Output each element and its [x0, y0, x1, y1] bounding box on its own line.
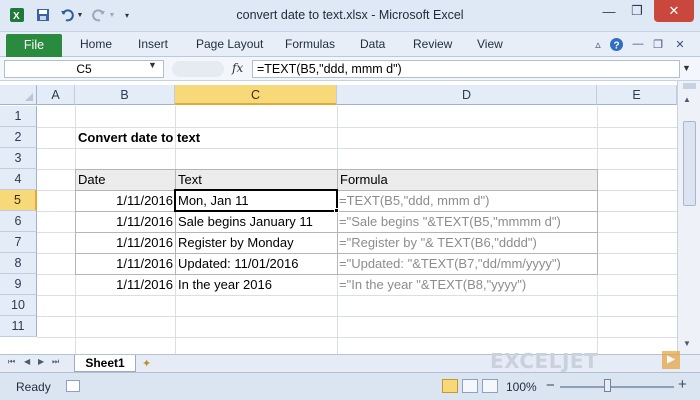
row-header-2[interactable]: 2	[0, 127, 37, 148]
svg-text:?: ?	[613, 40, 619, 51]
next-sheet-icon[interactable]: ▶	[38, 357, 44, 366]
column-header-d[interactable]: D	[337, 85, 597, 105]
cell-c6[interactable]: Sale begins January 11	[175, 211, 337, 232]
status-text: Ready	[16, 380, 51, 394]
row-header-1[interactable]: 1	[0, 106, 37, 127]
workbook-restore-icon[interactable]: ❐	[650, 36, 666, 52]
column-header-e[interactable]: E	[597, 85, 677, 105]
worksheet-grid: A B C D E 1 2 3 4 5 6 7 8 9 10 11 Conver…	[0, 81, 700, 354]
row-header-11[interactable]: 11	[0, 316, 37, 337]
macro-record-icon[interactable]	[66, 380, 80, 392]
row-header-5[interactable]: 5	[0, 190, 37, 211]
row-header-7[interactable]: 7	[0, 232, 37, 253]
vertical-scroll-thumb[interactable]	[683, 121, 696, 206]
vertical-scrollbar[interactable]: ▲ ▼	[677, 81, 700, 354]
table-header-formula[interactable]: Formula	[337, 169, 597, 190]
tab-page-layout[interactable]: Page Layout	[196, 37, 263, 51]
tab-view[interactable]: View	[477, 37, 503, 51]
select-all-button[interactable]	[0, 85, 37, 105]
cell-b9[interactable]: 1/11/2016	[75, 274, 175, 295]
column-header-a[interactable]: A	[37, 85, 75, 105]
title-bar: X ▼ ▼ ▾ convert date to text.xlsx - Micr…	[0, 0, 700, 32]
cell-b7[interactable]: 1/11/2016	[75, 232, 175, 253]
formula-input[interactable]: =TEXT(B5,"ddd, mmm d")	[252, 60, 680, 78]
first-sheet-icon[interactable]: ⏮	[8, 357, 15, 367]
minimize-button[interactable]: —	[598, 0, 620, 22]
window-title: convert date to text.xlsx - Microsoft Ex…	[236, 8, 464, 22]
sheet-tab-sheet1[interactable]: Sheet1	[74, 355, 136, 372]
exceljet-logo-mark: ▶	[662, 351, 680, 369]
row-header-9[interactable]: 9	[0, 274, 37, 295]
insert-function-icon[interactable]: fx	[232, 61, 243, 75]
gridline	[37, 316, 677, 317]
name-box[interactable]: C5	[4, 60, 164, 78]
cell-c9[interactable]: In the year 2016	[175, 274, 337, 295]
row-header-3[interactable]: 3	[0, 148, 37, 169]
formula-bar: C5 ▼ fx =TEXT(B5,"ddd, mmm d") ▼	[0, 57, 700, 81]
help-icon[interactable]: ?	[608, 36, 624, 52]
zoom-level[interactable]: 100%	[506, 380, 537, 394]
restore-button[interactable]: ❐	[626, 0, 648, 22]
column-header-b[interactable]: B	[75, 85, 175, 105]
select-all-icon	[25, 93, 33, 101]
zoom-in-button[interactable]: +	[678, 376, 687, 393]
cell-c8[interactable]: Updated: 11/01/2016	[175, 253, 337, 274]
row-header-6[interactable]: 6	[0, 211, 37, 232]
gridline	[37, 337, 677, 338]
zoom-slider-track[interactable]	[560, 386, 674, 388]
cell-c7[interactable]: Register by Monday	[175, 232, 337, 253]
sheet-heading[interactable]: Convert date to text	[78, 127, 200, 148]
cell-d6[interactable]: ="Sale begins "&TEXT(B5,"mmmm d")	[337, 211, 597, 232]
ribbon: File Home Insert Page Layout Formulas Da…	[0, 32, 700, 57]
formula-bar-handle	[172, 61, 224, 77]
table-header-text[interactable]: Text	[175, 169, 337, 190]
tab-review[interactable]: Review	[413, 37, 452, 51]
tab-data[interactable]: Data	[360, 37, 385, 51]
table-header-date[interactable]: Date	[75, 169, 175, 190]
cell-b8[interactable]: 1/11/2016	[75, 253, 175, 274]
insert-sheet-icon[interactable]: ✦	[142, 357, 151, 370]
cell-b6[interactable]: 1/11/2016	[75, 211, 175, 232]
row-header-8[interactable]: 8	[0, 253, 37, 274]
workbook-minimize-icon[interactable]: —	[630, 36, 646, 52]
last-sheet-icon[interactable]: ⏭	[52, 357, 59, 367]
ribbon-minimize-icon[interactable]: ▵	[590, 36, 606, 52]
workbook-close-icon[interactable]: ✕	[672, 36, 688, 52]
cell-d5[interactable]: =TEXT(B5,"ddd, mmm d")	[337, 190, 597, 211]
gridline	[37, 295, 677, 296]
cell-b5[interactable]: 1/11/2016	[75, 190, 175, 211]
file-tab[interactable]: File	[6, 34, 62, 57]
page-layout-view-button[interactable]	[462, 379, 478, 393]
column-header-c[interactable]: C	[175, 85, 337, 105]
close-button[interactable]: ✕	[654, 0, 694, 22]
page-break-view-button[interactable]	[482, 379, 498, 393]
fill-handle[interactable]	[334, 208, 339, 213]
row-header-10[interactable]: 10	[0, 295, 37, 316]
tab-insert[interactable]: Insert	[138, 37, 168, 51]
exceljet-logo: EXCELJET	[490, 349, 599, 373]
cell-d9[interactable]: ="In the year "&TEXT(B8,"yyyy")	[337, 274, 597, 295]
tab-formulas[interactable]: Formulas	[285, 37, 335, 51]
scroll-down-icon[interactable]: ▼	[683, 339, 691, 348]
name-box-dropdown-icon[interactable]: ▼	[148, 60, 157, 70]
cell-d7[interactable]: ="Register by "& TEXT(B6,"dddd")	[337, 232, 597, 253]
normal-view-button[interactable]	[442, 379, 458, 393]
row-header-4[interactable]: 4	[0, 169, 37, 190]
gridline	[37, 148, 677, 149]
expand-formula-bar-icon[interactable]: ▼	[682, 63, 691, 73]
status-bar: Ready 100% − +	[0, 372, 700, 400]
cell-d8[interactable]: ="Updated: "&TEXT(B7,"dd/mm/yyyy")	[337, 253, 597, 274]
tab-home[interactable]: Home	[80, 37, 112, 51]
sheet-tab-bar: ⏮ ◀ ▶ ⏭ Sheet1 ✦ EXCELJET ▶	[0, 349, 700, 373]
zoom-out-button[interactable]: −	[546, 377, 555, 394]
scroll-up-icon[interactable]: ▲	[683, 95, 691, 104]
active-cell-border[interactable]	[174, 189, 338, 212]
prev-sheet-icon[interactable]: ◀	[24, 357, 30, 366]
scroll-split-handle[interactable]	[683, 83, 696, 89]
zoom-slider-thumb[interactable]	[604, 379, 611, 392]
